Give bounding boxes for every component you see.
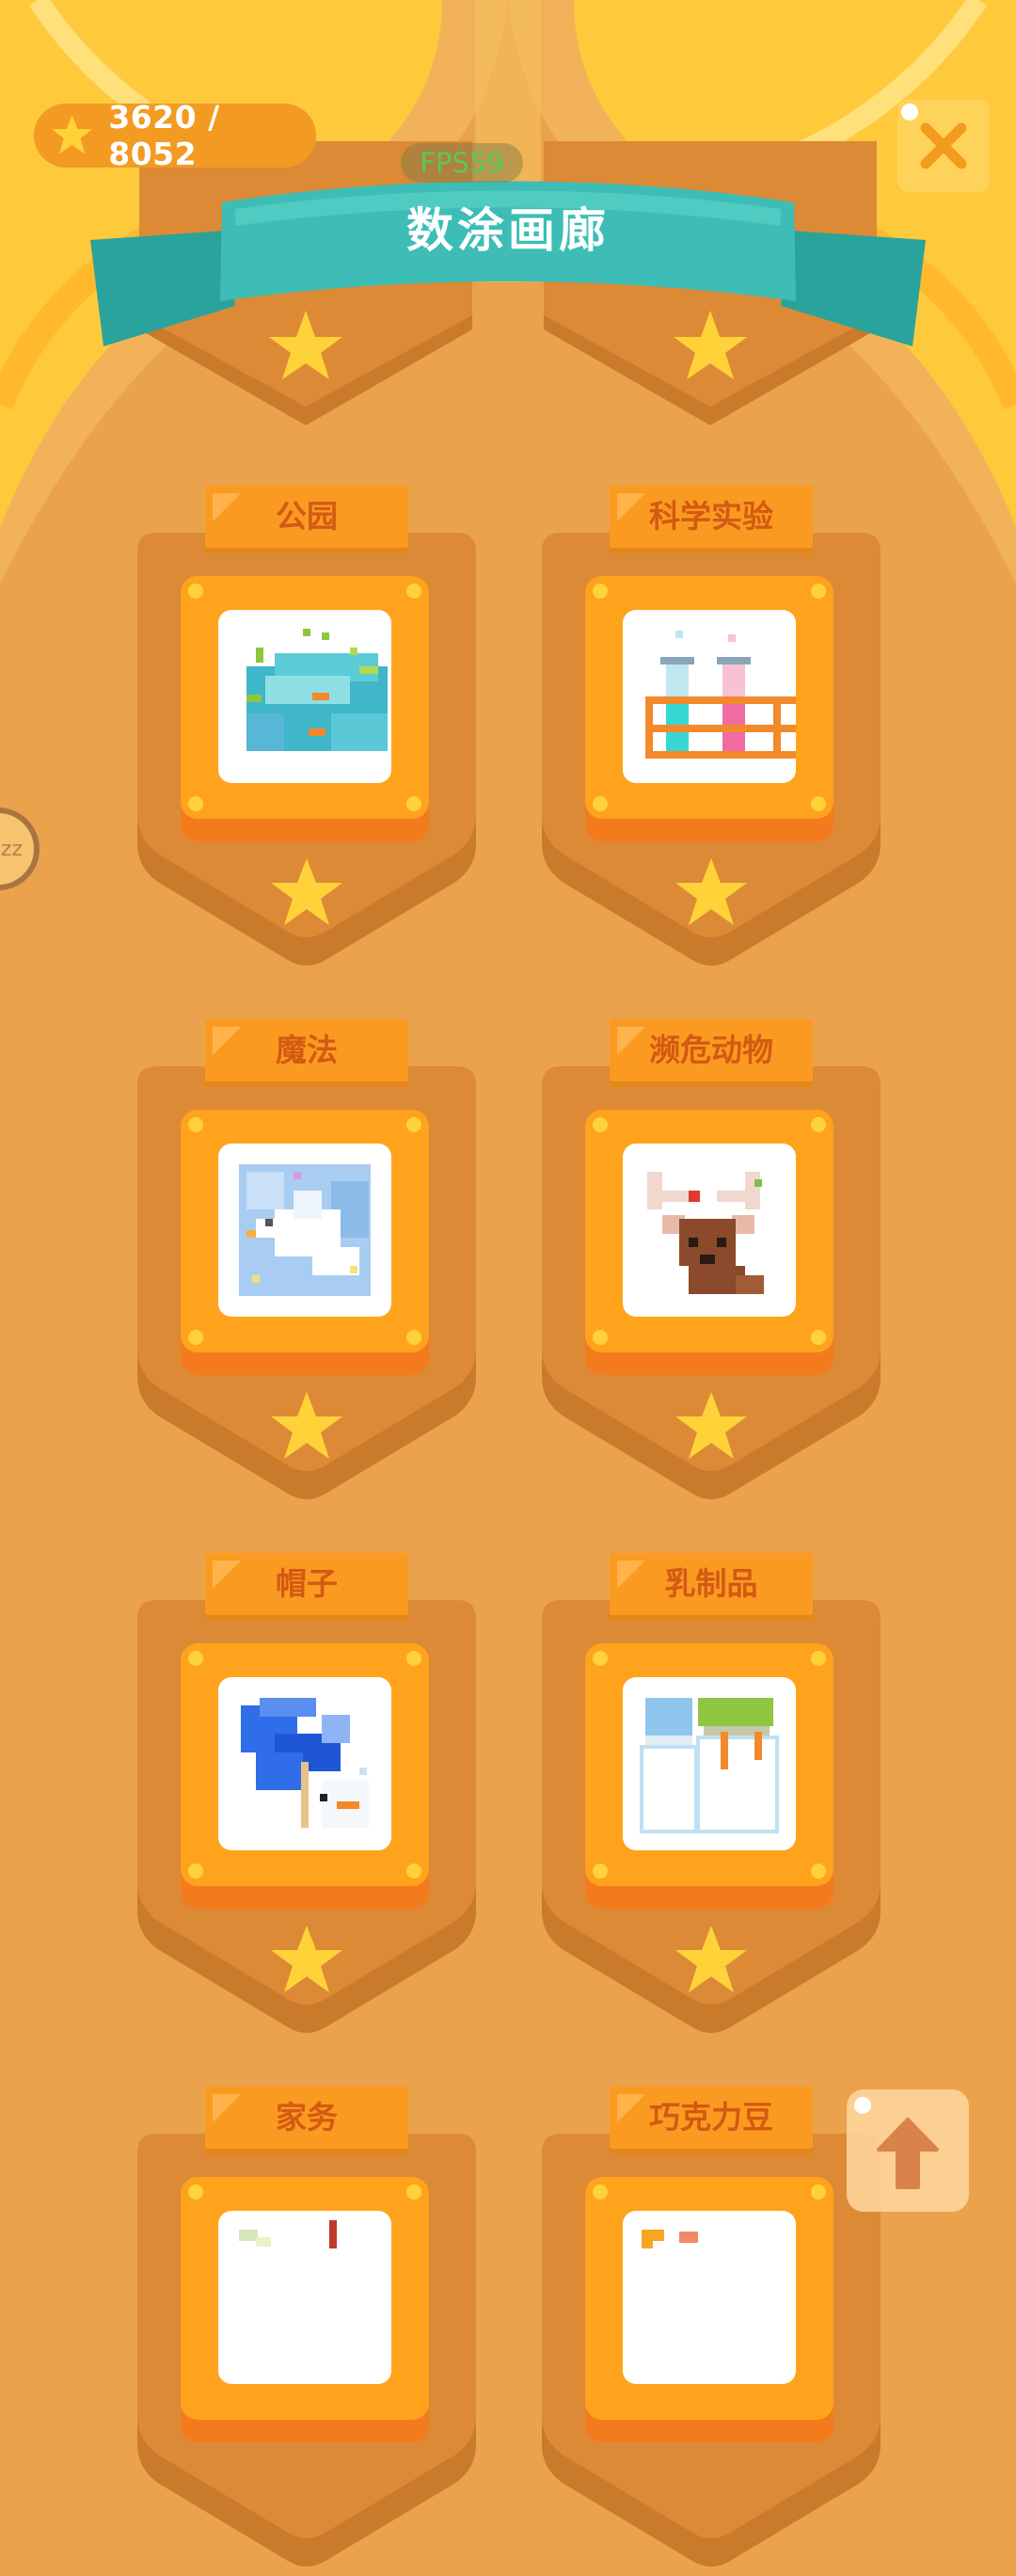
- picture-frame: [181, 576, 429, 819]
- star-counter: 3620 / 8052: [34, 99, 316, 172]
- picture-frame: [585, 1110, 833, 1352]
- frame-bolt: [593, 1330, 608, 1345]
- frame-bolt: [188, 1864, 203, 1879]
- star-badge: [271, 1926, 342, 1992]
- page-title: 数涂画廊: [406, 203, 610, 258]
- fps-counter: FPS59: [401, 143, 523, 183]
- frame-bolt: [188, 1651, 203, 1666]
- frame-bolt: [593, 584, 608, 599]
- frame-bolt: [811, 2184, 826, 2200]
- frame-bolt: [811, 584, 826, 599]
- picture-frame: [585, 1643, 833, 1886]
- category-card-park[interactable]: 公园: [137, 486, 476, 975]
- star-badge: [271, 1392, 342, 1459]
- frame-bolt: [406, 1330, 421, 1345]
- frame-bolt: [593, 1651, 608, 1666]
- picture-frame: [585, 2177, 833, 2420]
- category-label: 濒危动物: [610, 1019, 813, 1081]
- frame-bolt: [593, 796, 608, 811]
- close-x-icon: [920, 122, 967, 169]
- picture-frame: [181, 1643, 429, 1886]
- picture-frame: [181, 1110, 429, 1352]
- pixel-art-hat: [218, 1677, 391, 1850]
- arrow-up-icon: [877, 2118, 939, 2189]
- category-card-endangered[interactable]: 濒危动物: [542, 1019, 881, 1509]
- category-card-chores[interactable]: 家务: [137, 2087, 476, 2576]
- category-label: 家务: [205, 2087, 408, 2149]
- frame-bolt: [406, 1117, 421, 1132]
- frame-bolt: [188, 1330, 203, 1345]
- frame-bolt: [406, 584, 421, 599]
- star-badge: [271, 858, 342, 925]
- frame-bolt: [811, 1864, 826, 1879]
- category-card-candy[interactable]: 巧克力豆: [542, 2087, 881, 2576]
- frame-bolt: [406, 796, 421, 811]
- star-badge: [675, 1392, 747, 1459]
- pixel-art-dove: [218, 1144, 391, 1317]
- shine-dot: [854, 2097, 871, 2114]
- category-card-magic[interactable]: 魔法: [137, 1019, 476, 1509]
- category-label: 巧克力豆: [610, 2087, 813, 2149]
- frame-bolt: [188, 2184, 203, 2200]
- category-card-dairy[interactable]: 乳制品: [542, 1553, 881, 2042]
- pixel-art-milk: [623, 1677, 796, 1850]
- frame-bolt: [406, 1864, 421, 1879]
- frame-bolt: [188, 796, 203, 811]
- frame-bolt: [406, 1651, 421, 1666]
- star-icon: [51, 115, 93, 154]
- picture-frame: [181, 2177, 429, 2420]
- category-card-science[interactable]: 科学实验: [542, 486, 881, 975]
- side-handle-text: zz: [0, 838, 23, 861]
- close-button[interactable]: [897, 100, 990, 192]
- gallery-scene: 3620 / 8052 FPS59 数涂画廊 zz 公园 科学实验 魔法 濒危动…: [0, 0, 1016, 2567]
- frame-bolt: [811, 796, 826, 811]
- category-label: 科学实验: [610, 486, 813, 548]
- picture-frame: [585, 576, 833, 819]
- frame-bolt: [593, 1864, 608, 1879]
- frame-bolt: [188, 1117, 203, 1132]
- frame-bolt: [593, 2184, 608, 2200]
- pixel-art-test-tubes: [623, 610, 796, 783]
- star-count-text: 3620 / 8052: [108, 99, 220, 172]
- frame-bolt: [811, 1651, 826, 1666]
- pixel-art-candy: [623, 2211, 796, 2384]
- frame-bolt: [188, 584, 203, 599]
- star-badge: [675, 1926, 747, 1992]
- category-label: 魔法: [205, 1019, 408, 1081]
- scroll-to-top-button[interactable]: [847, 2089, 969, 2212]
- pixel-art-chores: [218, 2211, 391, 2384]
- frame-bolt: [811, 1330, 826, 1345]
- shine-dot: [901, 104, 918, 120]
- pixel-art-deer: [623, 1144, 796, 1317]
- frame-bolt: [593, 1117, 608, 1132]
- frame-bolt: [811, 1117, 826, 1132]
- category-card-hat[interactable]: 帽子: [137, 1553, 476, 2042]
- category-label: 乳制品: [610, 1553, 813, 1615]
- category-label: 公园: [205, 486, 408, 548]
- pixel-art-park: [218, 610, 391, 783]
- category-label: 帽子: [205, 1553, 408, 1615]
- frame-bolt: [406, 2184, 421, 2200]
- star-badge: [675, 858, 747, 925]
